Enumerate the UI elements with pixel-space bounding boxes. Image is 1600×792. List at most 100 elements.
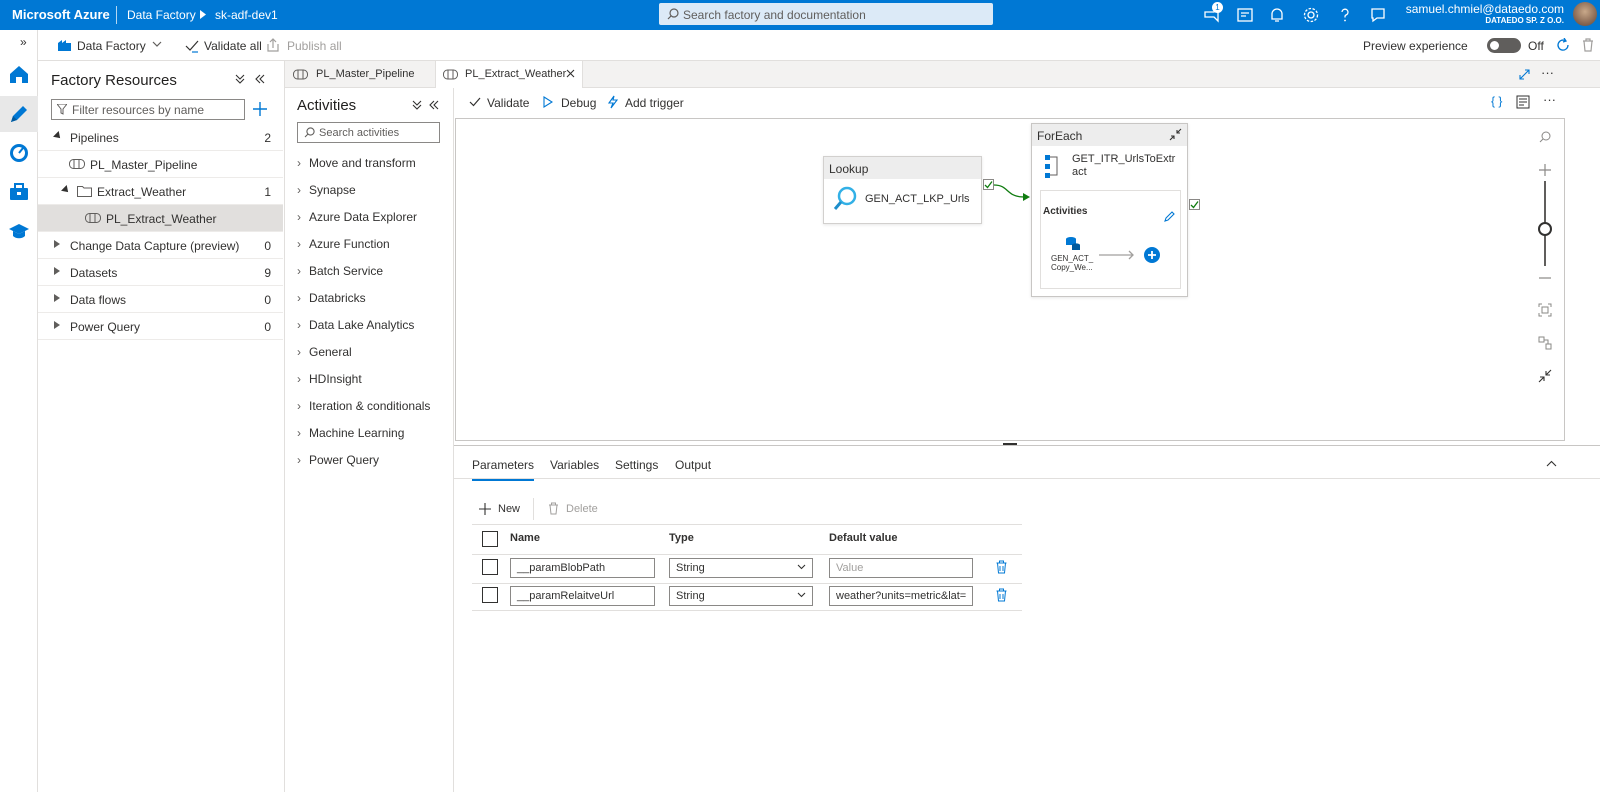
data-factory-dropdown[interactable]: Data Factory	[77, 39, 146, 53]
gear-icon[interactable]	[1302, 6, 1320, 24]
data-factory-icon	[58, 38, 71, 51]
edit-pencil-icon[interactable]	[1164, 210, 1176, 222]
lookup-activity-type: Lookup	[824, 157, 981, 179]
on-success-checkbox-icon[interactable]	[1189, 199, 1200, 210]
monitor-gauge-icon[interactable]	[8, 142, 30, 164]
row-checkbox[interactable]	[482, 559, 498, 575]
avatar[interactable]	[1573, 2, 1597, 26]
zoom-in-icon[interactable]	[1538, 163, 1552, 177]
more-options-icon[interactable]: ···	[1541, 65, 1554, 80]
tree-master-pipeline[interactable]: PL_Master_Pipeline	[38, 151, 283, 178]
new-parameter-button[interactable]: New	[498, 503, 520, 515]
author-pencil-icon[interactable]	[8, 103, 30, 125]
activity-category-power-query[interactable]: › Power Query	[297, 453, 379, 467]
validate-button[interactable]: Validate	[487, 96, 529, 110]
param-type-select[interactable]: String	[669, 558, 813, 578]
tree-datasets[interactable]: Datasets 9	[38, 259, 283, 286]
breadcrumb-factory[interactable]: sk-adf-dev1	[215, 8, 278, 22]
collapse-panel-icon[interactable]	[255, 74, 265, 84]
collapse-panel-icon[interactable]	[429, 100, 439, 110]
param-type-value: String	[676, 562, 705, 574]
tree-folder-extract-weather[interactable]: Extract_Weather 1	[38, 178, 283, 205]
activity-category-azure-data-explorer[interactable]: › Azure Data Explorer	[297, 210, 417, 224]
pipeline-canvas[interactable]: Lookup GEN_ACT_LKP_Urls ForEach GET_ITR_…	[455, 118, 1565, 441]
param-default-input[interactable]: weather?units=metric&lat=	[829, 586, 973, 606]
zoom-slider-thumb[interactable]	[1538, 222, 1552, 236]
global-search-input[interactable]: Search factory and documentation	[659, 3, 993, 25]
select-all-checkbox[interactable]	[482, 531, 498, 547]
more-options-icon[interactable]: ···	[1543, 92, 1556, 107]
filter-resources-input[interactable]: Filter resources by name	[51, 99, 245, 120]
home-icon[interactable]	[8, 63, 30, 85]
activity-category-machine-learning[interactable]: › Machine Learning	[297, 426, 404, 440]
chevron-right-icon: ›	[297, 345, 301, 359]
activity-category-synapse[interactable]: › Synapse	[297, 183, 356, 197]
param-name-input[interactable]: __paramBlobPath	[510, 558, 655, 578]
add-activity-plus-icon[interactable]	[1144, 247, 1160, 263]
activity-category-databricks[interactable]: › Databricks	[297, 291, 366, 305]
activity-category-batch-service[interactable]: › Batch Service	[297, 264, 383, 278]
expand-rail-icon[interactable]: »	[20, 35, 27, 49]
switch-directory-icon[interactable]	[1236, 6, 1254, 24]
tree-power-query[interactable]: Power Query 0	[38, 313, 283, 340]
activity-category-general[interactable]: › General	[297, 345, 352, 359]
chevron-down-icon[interactable]	[152, 40, 162, 48]
code-braces-icon[interactable]: { }	[1491, 94, 1502, 108]
preview-toggle[interactable]	[1487, 38, 1521, 53]
tab-extract-weather[interactable]: PL_Extract_Weather	[435, 61, 583, 88]
row-checkbox[interactable]	[482, 587, 498, 603]
breadcrumb-service[interactable]: Data Factory	[127, 8, 196, 22]
collapse-all-icon[interactable]	[412, 100, 422, 110]
auto-align-icon[interactable]	[1538, 336, 1552, 350]
tab-variables[interactable]: Variables	[550, 458, 599, 479]
chevron-up-icon[interactable]	[1546, 460, 1557, 467]
manage-toolbox-icon[interactable]	[8, 181, 30, 203]
tree-data-flows[interactable]: Data flows 0	[38, 286, 283, 313]
delete-row-trash-icon[interactable]	[996, 588, 1007, 602]
help-icon[interactable]	[1336, 6, 1354, 24]
activity-category-iteration-conditionals[interactable]: › Iteration & conditionals	[297, 399, 430, 413]
publish-all-button[interactable]: Publish all	[287, 39, 342, 53]
tree-pipelines[interactable]: Pipelines 2	[38, 124, 283, 151]
brand-link[interactable]: Microsoft Azure	[12, 7, 110, 22]
tree-change-data-capture[interactable]: Change Data Capture (preview) 0	[38, 232, 283, 259]
tab-master-pipeline[interactable]: PL_Master_Pipeline	[285, 61, 435, 88]
validate-all-icon	[185, 39, 199, 53]
on-success-checkbox-icon[interactable]	[983, 179, 994, 190]
maximize-icon[interactable]	[1519, 69, 1530, 80]
properties-icon[interactable]	[1516, 95, 1530, 109]
debug-button[interactable]: Debug	[561, 96, 596, 110]
activity-category-move-and-transform[interactable]: › Move and transform	[297, 156, 416, 170]
param-default-input[interactable]: Value	[829, 558, 973, 578]
activity-category-azure-function[interactable]: › Azure Function	[297, 237, 390, 251]
bell-icon[interactable]	[1268, 6, 1286, 24]
add-trigger-button[interactable]: Add trigger	[625, 96, 684, 110]
collapse-all-nodes-icon[interactable]	[1538, 369, 1552, 383]
tab-settings[interactable]: Settings	[615, 458, 658, 479]
search-canvas-icon[interactable]	[1539, 131, 1551, 143]
tree-extract-pipeline[interactable]: PL_Extract_Weather	[38, 205, 283, 232]
foreach-inner-activities[interactable]: Activities GEN_ACT_ Copy_We...	[1040, 190, 1181, 289]
delete-parameter-button[interactable]: Delete	[566, 503, 598, 515]
close-tab-icon[interactable]	[566, 69, 575, 78]
learning-center-icon[interactable]	[8, 220, 30, 242]
feedback-icon[interactable]	[1369, 6, 1387, 24]
refresh-icon[interactable]	[1556, 38, 1570, 52]
add-resource-icon[interactable]	[253, 102, 267, 116]
user-account[interactable]: samuel.chmiel@dataedo.com DATAEDO SP. Z …	[1406, 3, 1564, 27]
search-activities-input[interactable]: Search activities	[297, 122, 440, 143]
lookup-activity-node[interactable]: Lookup GEN_ACT_LKP_Urls	[823, 156, 982, 224]
param-type-select[interactable]: String	[669, 586, 813, 606]
validate-all-button[interactable]: Validate all	[204, 39, 262, 53]
zoom-out-icon[interactable]	[1538, 276, 1552, 280]
collapse-node-icon[interactable]	[1169, 128, 1182, 141]
foreach-activity-node[interactable]: ForEach GET_ITR_UrlsToExtr act Activities…	[1031, 123, 1188, 297]
collapse-all-icon[interactable]	[235, 74, 245, 84]
tab-output[interactable]: Output	[675, 458, 711, 479]
zoom-to-fit-icon[interactable]	[1538, 303, 1552, 317]
activity-category-data-lake-analytics[interactable]: › Data Lake Analytics	[297, 318, 414, 332]
discard-icon[interactable]	[1582, 38, 1594, 52]
activity-category-hdinsight[interactable]: › HDInsight	[297, 372, 362, 386]
param-name-input[interactable]: __paramRelaitveUrl	[510, 586, 655, 606]
delete-row-trash-icon[interactable]	[996, 560, 1007, 574]
